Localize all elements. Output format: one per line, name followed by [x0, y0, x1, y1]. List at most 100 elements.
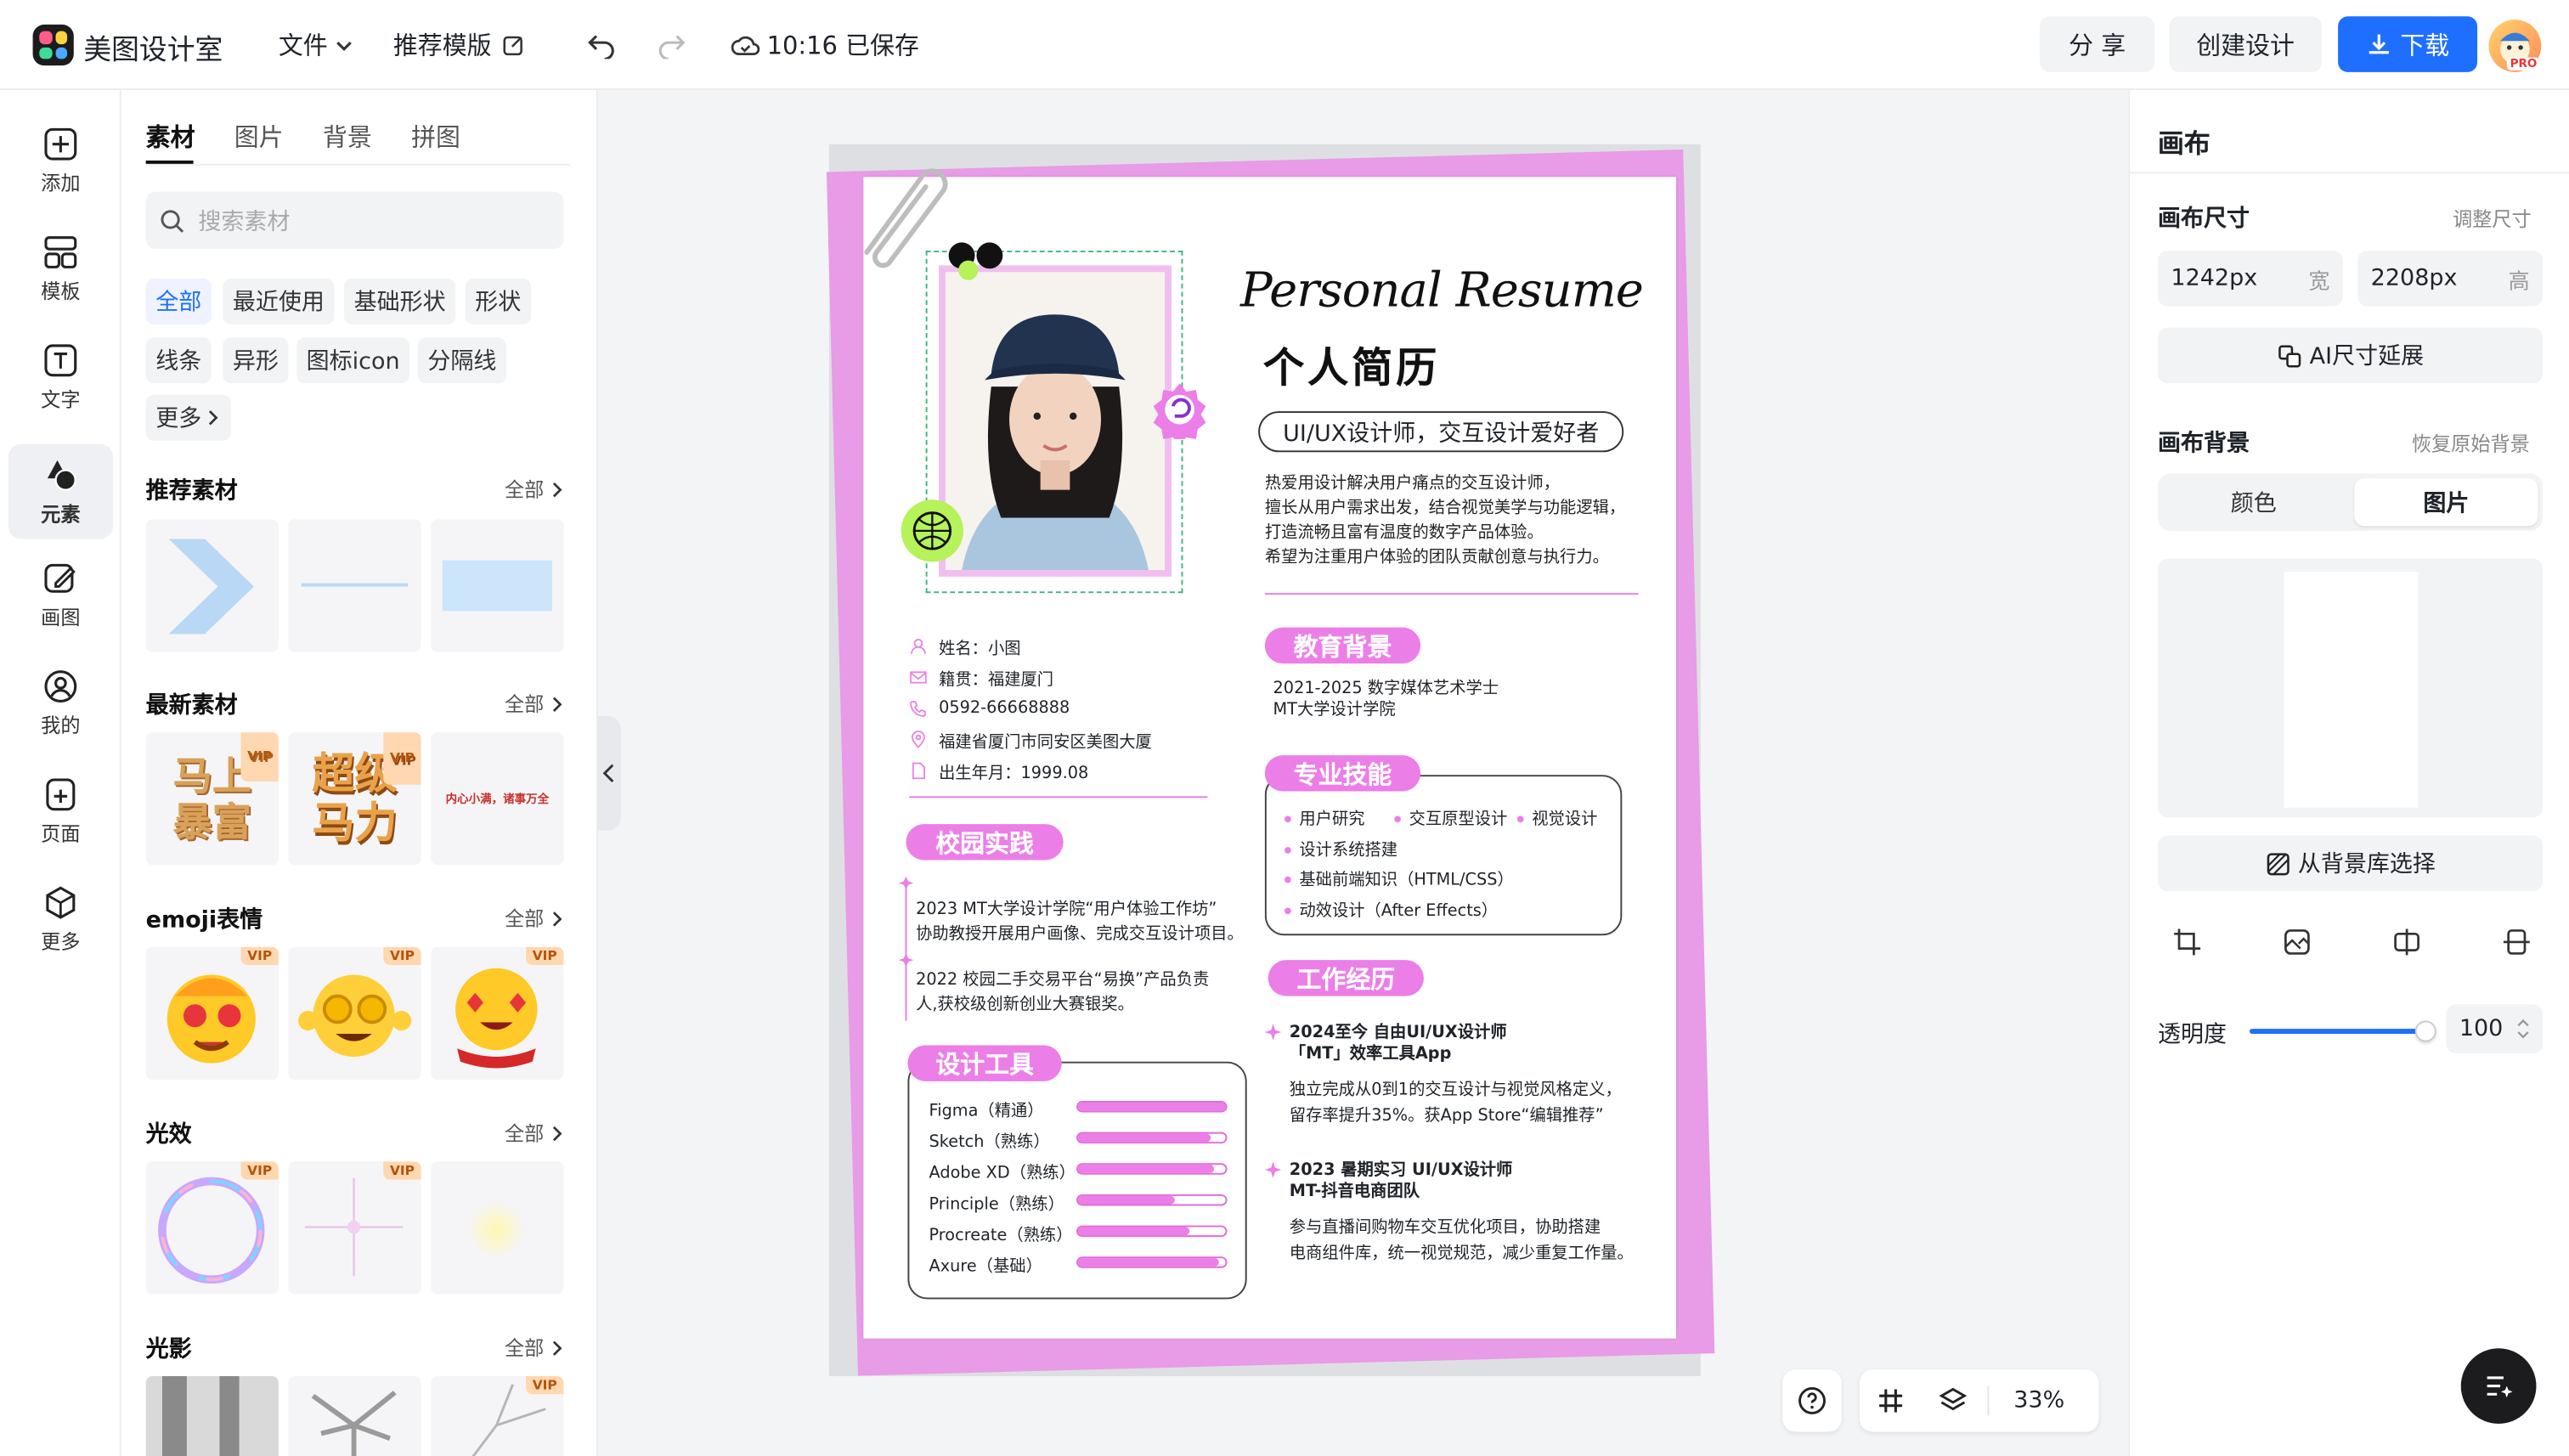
resume-intro[interactable]: 热爱用设计解决用户痛点的交互设计师， 擅长从用户需求出发，结合视觉美学与功能逻辑… — [1265, 471, 1625, 570]
opacity-input[interactable]: 100 — [2446, 1004, 2544, 1054]
resize-link[interactable]: 调整尺寸 — [2453, 205, 2532, 233]
zoom-level[interactable]: 33% — [2013, 1388, 2064, 1414]
bg-preview[interactable] — [2157, 558, 2544, 818]
material-mashang-baofu[interactable]: 马上 暴富 VIP — [145, 732, 279, 866]
undo-icon[interactable] — [586, 30, 616, 59]
light-effect-ring[interactable]: VIP — [145, 1161, 279, 1295]
see-all-recommended[interactable]: 全部 — [505, 475, 565, 503]
tab-collage[interactable]: 拼图 — [411, 120, 460, 155]
work-item-2[interactable]: 2023 暑期实习 UI/UX设计师 MT-抖音电商团队 参与直播间购物车交互优… — [1264, 1160, 1634, 1267]
choose-from-library-button[interactable]: 从背景库选择 — [2157, 835, 2544, 892]
material-chaoji-mali[interactable]: 超级 马力 VIP — [288, 732, 421, 866]
photo-pink-border — [939, 265, 1172, 577]
see-all-emoji[interactable]: 全部 — [505, 905, 565, 933]
crop-icon[interactable] — [2172, 928, 2202, 957]
grid-icon[interactable] — [1876, 1386, 1906, 1416]
chip-lines[interactable]: 线条 — [145, 337, 212, 384]
campus-section-title[interactable]: 校园实践 — [906, 824, 1064, 861]
skills-list[interactable]: 用户研究 交互原型设计 视觉设计 设计系统搭建 基础前端知识（HTML/CSS） 动… — [1284, 806, 1597, 928]
restore-bg-link[interactable]: 恢复原始背景 — [2412, 429, 2530, 457]
search-input[interactable]: 搜索素材 — [145, 191, 564, 250]
width-label: 宽 — [2308, 269, 2330, 295]
image-adjust-icon[interactable] — [2283, 928, 2312, 957]
tool-level-bar — [1076, 1163, 1228, 1175]
chip-basic-shapes[interactable]: 基础形状 — [344, 278, 456, 324]
resume-title-cn[interactable]: 个人简历 — [1263, 336, 1440, 394]
rail-item-add[interactable]: 添加 — [8, 113, 113, 208]
chip-more[interactable]: 更多 — [145, 394, 231, 441]
rail-item-elements[interactable]: 元素 — [8, 443, 114, 539]
bg-preview-page — [2284, 572, 2419, 808]
canvas-width-input[interactable]: 1242px 宽 — [2157, 251, 2343, 307]
help-button[interactable] — [1782, 1369, 1842, 1432]
education-detail[interactable]: 2021-2025 数字媒体艺术学士 MT大学设计学院 — [1273, 678, 1499, 720]
chip-all[interactable]: 全部 — [145, 278, 212, 324]
tool-name: Procreate（熟练） — [929, 1227, 1073, 1245]
campus-item-2[interactable]: 2022 校园二手交易平台“易换”产品负责 人,获校级创新创业大赛银奖。 — [916, 968, 1209, 1018]
tab-images[interactable]: 图片 — [234, 120, 284, 155]
chip-icons[interactable]: 图标icon — [296, 337, 410, 384]
chip-shapes[interactable]: 形状 — [465, 278, 531, 324]
flip-horizontal-icon[interactable] — [2392, 928, 2422, 957]
ai-assistant-button[interactable] — [2460, 1348, 2537, 1424]
rail-item-text[interactable]: 文字 — [8, 330, 113, 425]
opacity-slider[interactable] — [2249, 1020, 2436, 1042]
education-section-title[interactable]: 教育背景 — [1264, 627, 1421, 664]
recommend-template-button[interactable]: 推荐模版 — [393, 28, 526, 63]
rail-item-page[interactable]: 页面 — [8, 764, 113, 859]
rail-item-more[interactable]: 更多 — [8, 872, 113, 967]
create-design-button[interactable]: 创建设计 — [2169, 16, 2322, 72]
canvas-height-input[interactable]: 2208px 高 — [2357, 251, 2544, 307]
shadow-palm[interactable] — [288, 1376, 421, 1456]
redo-icon[interactable] — [657, 30, 686, 59]
emoji-money-eyes[interactable]: VIP — [145, 946, 279, 1080]
material-rectangle[interactable] — [431, 519, 564, 652]
tab-material[interactable]: 素材 — [146, 120, 195, 155]
download-button[interactable]: 下载 — [2338, 16, 2478, 72]
light-effect-sparkle[interactable]: VIP — [288, 1161, 421, 1295]
campus-item-1[interactable]: 2023 MT大学设计学院“用户体验工作坊” 协助教授开展用户画像、完成交互设计… — [916, 898, 1244, 947]
emoji-heart-eyes[interactable]: VIP — [431, 946, 564, 1080]
shadow-branch[interactable]: VIP — [431, 1376, 564, 1456]
light-effect-glow[interactable] — [431, 1161, 564, 1295]
tools-section-title[interactable]: 设计工具 — [907, 1045, 1062, 1081]
skills-row: 设计系统搭建 — [1284, 837, 1597, 867]
shadow-window[interactable] — [145, 1376, 279, 1456]
rail-item-mine[interactable]: 我的 — [8, 655, 113, 750]
chip-dividers[interactable]: 分隔线 — [417, 337, 506, 384]
work-section-title[interactable]: 工作经历 — [1268, 960, 1424, 996]
rail-item-template[interactable]: 模板 — [8, 221, 113, 316]
see-all-light-shadow[interactable]: 全部 — [505, 1334, 565, 1362]
collapse-panel-button[interactable] — [597, 715, 621, 831]
share-button[interactable]: 分 享 — [2040, 16, 2155, 72]
bg-tab-image[interactable]: 图片 — [2354, 478, 2538, 527]
vip-badge: VIP — [526, 946, 564, 965]
see-all-newest[interactable]: 全部 — [505, 690, 565, 718]
personal-info-list[interactable]: 姓名：小图 籍贯：福建厦门 0592-66668888 福建省厦门市同安区美图大… — [909, 631, 1152, 787]
tool-level-bar — [1076, 1101, 1228, 1113]
app-name: 美图设计室 — [83, 34, 223, 68]
material-line[interactable] — [288, 519, 421, 652]
rail-item-draw[interactable]: 画图 — [8, 547, 113, 642]
work-item-1[interactable]: 2024至今 自由UI/UX设计师 「MT」效率工具App 独立完成从0到1的交… — [1264, 1022, 1622, 1130]
chip-recent[interactable]: 最近使用 — [223, 278, 335, 324]
resume-title-en[interactable]: Personal Resume — [1240, 262, 1644, 319]
sparkle-icon — [304, 1177, 404, 1277]
bg-tab-color[interactable]: 颜色 — [2158, 473, 2350, 531]
resume-page[interactable]: Personal Resume 个人简历 UI/UX设计师，交互设计爱好者 热爱… — [863, 168, 1676, 1339]
ai-extend-button[interactable]: AI尺寸延展 — [2157, 327, 2544, 384]
material-chevron-shape[interactable] — [145, 519, 279, 652]
skills-row: 基础前端知识（HTML/CSS） — [1284, 866, 1597, 897]
stepper-icon[interactable] — [2516, 1018, 2529, 1041]
chip-irregular[interactable]: 异形 — [223, 337, 289, 384]
tab-background[interactable]: 背景 — [323, 120, 372, 155]
flip-vertical-icon[interactable] — [2502, 928, 2532, 957]
opacity-slider-handle[interactable] — [2414, 1020, 2436, 1042]
skills-section-title[interactable]: 专业技能 — [1264, 755, 1421, 792]
material-neixin-xiaoman[interactable]: 内心小满，诸事万全 — [431, 732, 564, 866]
file-menu[interactable]: 文件 — [279, 28, 354, 63]
layers-icon[interactable] — [1939, 1386, 1968, 1416]
emoji-coin-eyes[interactable]: VIP — [288, 946, 421, 1080]
see-all-light-effect[interactable]: 全部 — [505, 1119, 565, 1147]
resume-role[interactable]: UI/UX设计师，交互设计爱好者 — [1258, 411, 1624, 453]
